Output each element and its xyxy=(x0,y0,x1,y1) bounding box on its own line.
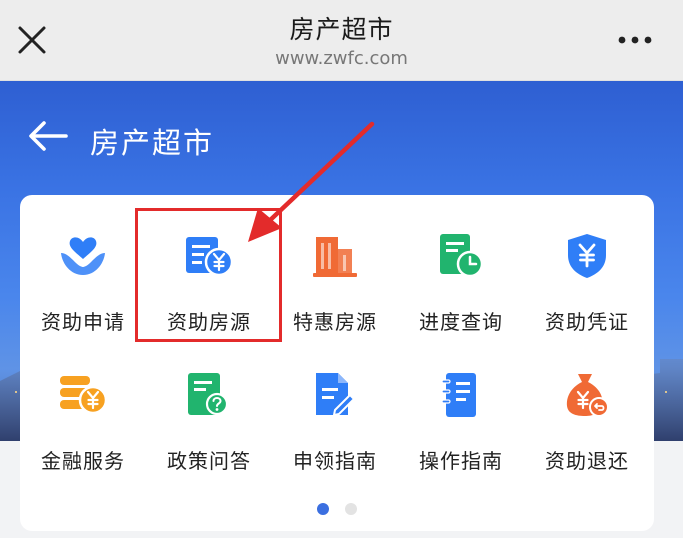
doc-pen-icon xyxy=(316,373,356,417)
grid-item-apply-subsidy[interactable]: 资助申请 xyxy=(20,195,146,335)
pager-dot[interactable] xyxy=(344,503,357,515)
notebook-icon xyxy=(441,373,476,417)
grid-item-label: 进度查询 xyxy=(419,310,503,334)
heart-hands-icon xyxy=(61,237,105,275)
grid-item-label: 金融服务 xyxy=(41,449,125,473)
shield-yuan-icon xyxy=(568,234,606,278)
browser-top-bar: 房产超市 www.zwfc.com xyxy=(0,0,683,81)
coins-yuan-icon xyxy=(60,376,108,415)
browser-url: www.zwfc.com xyxy=(275,48,408,69)
browser-title: 房产超市 xyxy=(289,15,394,44)
back-arrow-icon[interactable] xyxy=(26,116,70,156)
grid-item-label: 资助退还 xyxy=(545,449,629,473)
grid-item-financial-service[interactable]: 金融服务 xyxy=(20,334,146,474)
grid-item-subsidy-refund[interactable]: 资助退还 xyxy=(524,334,650,474)
grid-item-progress-query[interactable]: 进度查询 xyxy=(398,195,524,335)
grid-item-subsidy-voucher[interactable]: 资助凭证 xyxy=(524,195,650,335)
annotation-arrow xyxy=(248,121,375,242)
grid-item-label: 操作指南 xyxy=(419,449,503,473)
grid-item-label: 特惠房源 xyxy=(293,310,377,334)
grid-item-label: 资助申请 xyxy=(41,310,125,334)
grid-item-application-guide[interactable]: 申领指南 xyxy=(272,334,398,474)
grid-item-label: 资助凭证 xyxy=(545,310,629,334)
moneybag-return-icon xyxy=(566,374,609,417)
doc-clock-icon xyxy=(440,234,484,278)
grid-item-operation-guide[interactable]: 操作指南 xyxy=(398,334,524,474)
grid-item-label: 申领指南 xyxy=(293,449,377,473)
more-icon[interactable] xyxy=(617,27,653,53)
pager-dots xyxy=(20,500,654,519)
doc-question-icon xyxy=(188,373,229,416)
grid-item-label: 政策问答 xyxy=(167,449,251,473)
page-title: 房产超市 xyxy=(90,126,215,160)
pager-dot-active[interactable] xyxy=(317,503,330,515)
grid-item-policy-qa[interactable]: 政策问答 xyxy=(146,334,272,474)
